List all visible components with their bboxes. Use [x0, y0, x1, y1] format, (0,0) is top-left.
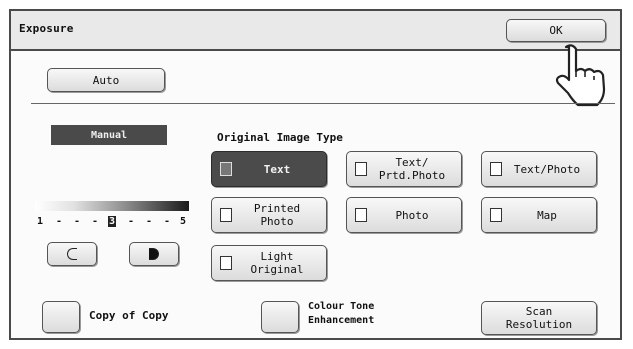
printed-photo-icon: [220, 208, 232, 222]
scale-mark: -: [92, 216, 99, 227]
type-photo-label: Photo: [395, 208, 429, 222]
type-text-printed-photo-label: Text/ Prtd.Photo: [378, 156, 446, 182]
type-photo-button[interactable]: Photo: [346, 197, 462, 233]
type-text-printed-photo-button[interactable]: Text/ Prtd.Photo: [346, 151, 462, 187]
colour-tone-label-line1: Colour Tone: [308, 301, 375, 312]
darker-button[interactable]: [129, 242, 179, 266]
copy-of-copy-label: Copy of Copy: [89, 309, 169, 322]
lighter-half-circle-icon: [67, 248, 77, 260]
light-original-icon: [220, 256, 232, 270]
colour-tone-label-line2: Enhancement: [308, 315, 375, 326]
copy-of-copy-checkbox[interactable]: [42, 301, 80, 333]
type-text-button[interactable]: Text: [211, 151, 327, 187]
type-light-original-label: Light Original: [250, 250, 304, 276]
text-doc-icon: [220, 162, 232, 176]
auto-button[interactable]: Auto: [47, 68, 165, 92]
ok-button[interactable]: OK: [506, 19, 606, 42]
map-icon: [490, 208, 502, 222]
pointing-hand-icon: [555, 44, 606, 107]
scale-mark: 1: [37, 216, 44, 227]
exposure-gradient-bar: [35, 201, 189, 211]
exposure-dialog: Exposure OK Auto Manual Original Image T…: [9, 9, 622, 340]
scale-current-level: 3: [108, 216, 117, 227]
divider: [31, 103, 615, 104]
scale-mark: 5: [180, 216, 187, 227]
manual-mode-indicator: Manual: [51, 125, 167, 145]
type-text-photo-label: Text/Photo: [513, 162, 581, 176]
scale-mark: -: [74, 216, 81, 227]
original-image-type-heading: Original Image Type: [217, 131, 343, 144]
photo-icon: [355, 208, 367, 222]
type-map-button[interactable]: Map: [481, 197, 597, 233]
scale-mark: -: [164, 216, 171, 227]
colour-tone-enhancement-checkbox[interactable]: [261, 301, 299, 333]
text-printed-photo-icon: [355, 162, 367, 176]
scan-resolution-button[interactable]: Scan Resolution: [481, 301, 597, 335]
scale-mark: -: [56, 216, 63, 227]
exposure-scale: 1 - - - 3 - - - 5: [35, 216, 189, 232]
type-text-label: Text: [263, 162, 291, 176]
type-map-label: Map: [537, 208, 557, 222]
lighter-button[interactable]: [47, 242, 97, 266]
type-text-photo-button[interactable]: Text/Photo: [481, 151, 597, 187]
dialog-title: Exposure: [19, 22, 74, 35]
type-printed-photo-button[interactable]: Printed Photo: [211, 197, 327, 233]
text-photo-icon: [490, 162, 502, 176]
type-printed-photo-label: Printed Photo: [253, 202, 301, 228]
scale-mark: -: [146, 216, 153, 227]
scale-mark: -: [128, 216, 135, 227]
darker-half-circle-icon: [149, 248, 159, 260]
type-light-original-button[interactable]: Light Original: [211, 245, 327, 281]
